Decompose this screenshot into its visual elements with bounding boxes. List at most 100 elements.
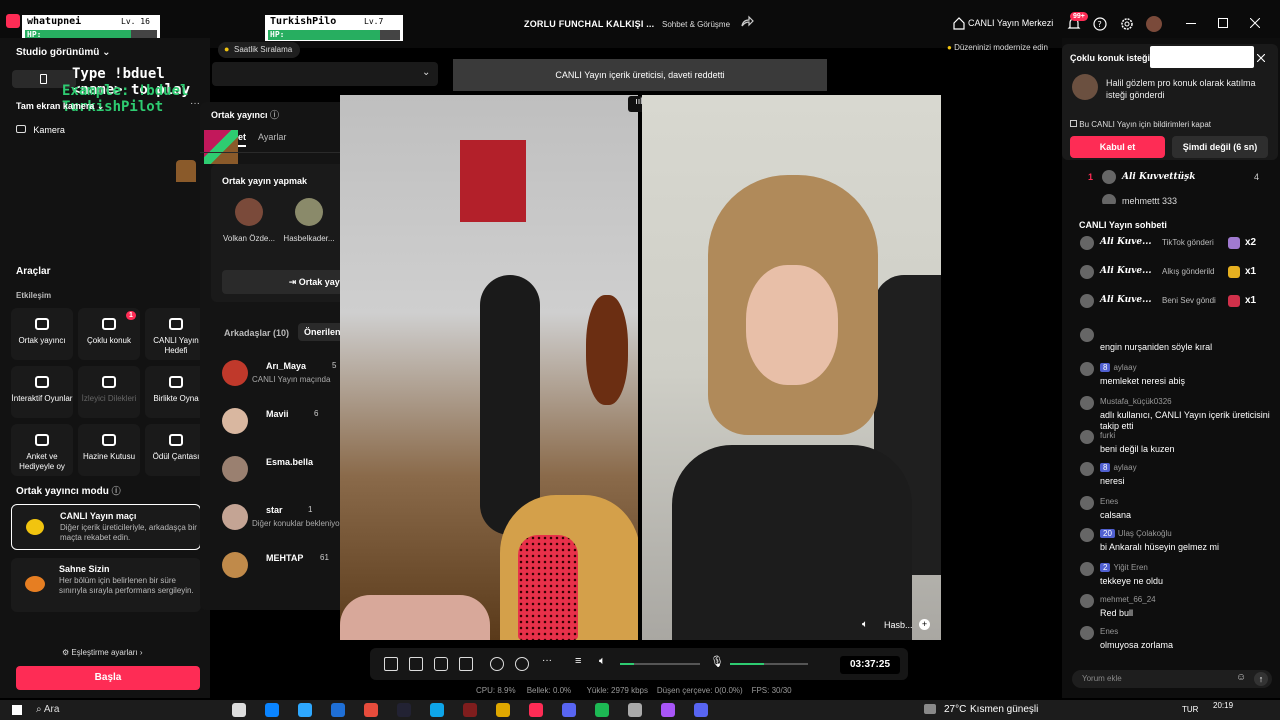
gift-icon bbox=[1228, 237, 1240, 249]
camera-source[interactable]: Kamera bbox=[16, 122, 65, 136]
gear-icon[interactable] bbox=[1119, 16, 1135, 32]
chat-message: engin nurşaniden söyle kıral bbox=[1100, 342, 1213, 352]
tab-cohost[interactable]: et bbox=[238, 132, 247, 147]
taskbar-search[interactable]: ⌕ Ara bbox=[36, 704, 59, 715]
hourly-rank-pill[interactable]: ● Saatlik Sıralama bbox=[218, 42, 300, 58]
cohost-mode-heading: Ortak yayıncı modu ⓘ bbox=[16, 486, 121, 497]
taskbar-app-icon[interactable] bbox=[331, 703, 345, 717]
taskbar-app-icon[interactable] bbox=[232, 703, 246, 717]
info-icon: ⓘ bbox=[270, 110, 280, 120]
taskbar-app-icon[interactable] bbox=[463, 703, 477, 717]
taskbar-app-icon[interactable] bbox=[397, 703, 411, 717]
taskbar-app-icon[interactable] bbox=[430, 703, 444, 717]
home-icon[interactable] bbox=[953, 16, 965, 30]
taskbar-app-icon[interactable] bbox=[661, 703, 675, 717]
maximize-button[interactable] bbox=[1218, 18, 1228, 28]
player2-name: TurkishPilo bbox=[270, 16, 337, 27]
accept-button[interactable]: Kabul et bbox=[1070, 136, 1165, 158]
avatar[interactable] bbox=[1146, 16, 1162, 32]
player2-bar: TurkishPilo Lv.7 HP: bbox=[265, 15, 403, 41]
guest-face bbox=[746, 265, 838, 385]
guest-label: Hasb... bbox=[884, 620, 913, 630]
chat-message: memleket neresi abiş bbox=[1100, 376, 1186, 386]
tool-item[interactable]: Ödül Çantası bbox=[145, 424, 207, 476]
minimize-button[interactable] bbox=[1186, 23, 1196, 24]
more-icon[interactable]: ··· bbox=[542, 655, 556, 669]
clock: 20:19 bbox=[1213, 701, 1234, 710]
taskbar-app-icon[interactable] bbox=[496, 703, 510, 717]
microphone bbox=[518, 535, 578, 640]
match-settings-link[interactable]: ⚙ Eşleştirme ayarları › bbox=[62, 648, 143, 657]
friends-tab[interactable]: Arkadaşlar (10) bbox=[224, 328, 289, 338]
player2-level: Lv.7 bbox=[364, 17, 384, 26]
banner-thumb bbox=[1150, 46, 1254, 68]
taskbar-app-icon[interactable] bbox=[694, 703, 708, 717]
taskbar-app-icon[interactable] bbox=[364, 703, 378, 717]
chat-user: Mustafa_küçük0326 bbox=[1100, 397, 1172, 406]
declined-notice: CANLI Yayın içerik üreticisi, daveti red… bbox=[453, 59, 827, 91]
camera-switch-icon[interactable] bbox=[515, 657, 529, 671]
taskbar-app-icon[interactable] bbox=[529, 703, 543, 717]
taskbar-app-icon[interactable] bbox=[265, 703, 279, 717]
tool-item[interactable]: Hazine Kutusu bbox=[78, 424, 140, 476]
start-button[interactable]: Başla bbox=[16, 666, 200, 690]
effects-icon[interactable] bbox=[384, 657, 398, 671]
weather-icon bbox=[924, 704, 936, 714]
tool-item[interactable]: İzleyici Dilekleri bbox=[78, 366, 140, 418]
taskbar-app-icon[interactable] bbox=[595, 703, 609, 717]
microphone-icon[interactable]: 🎙︎ bbox=[710, 655, 724, 669]
viewer-count: 1 bbox=[308, 505, 313, 514]
tool-item[interactable]: İnteraktif Oyunlar bbox=[11, 366, 73, 418]
language[interactable]: TUR bbox=[1182, 705, 1198, 714]
lightbulb-icon: ● bbox=[947, 43, 952, 52]
modernize-tip[interactable]: ● Düzeninizi modernize edin bbox=[947, 43, 1048, 52]
cohost-slot-avatar[interactable] bbox=[295, 198, 323, 226]
share-icon[interactable] bbox=[740, 15, 754, 29]
tool-item[interactable]: Birlikte Oyna bbox=[145, 366, 207, 418]
tool-icon bbox=[35, 434, 49, 446]
weather-temp: 27°C bbox=[944, 704, 967, 715]
mixer-icon[interactable]: ≡ bbox=[575, 655, 589, 669]
chat-message: adlı kullanıcı, CANLI Yayın içerik üreti… bbox=[1100, 410, 1270, 431]
help-icon[interactable]: ? bbox=[1092, 16, 1108, 32]
comment-input[interactable]: Yorum ekle ☺ ↑ bbox=[1072, 670, 1272, 688]
stream-timer: 03:37:25 bbox=[840, 656, 900, 674]
pixel-character bbox=[176, 160, 196, 182]
tab-settings[interactable]: Ayarlar bbox=[258, 132, 286, 142]
send-icon[interactable]: ↑ bbox=[1254, 672, 1268, 686]
live-center-link[interactable]: CANLI Yayın Merkezi bbox=[968, 18, 1053, 28]
close-icon[interactable] bbox=[1257, 54, 1265, 62]
guest-top bbox=[672, 445, 912, 640]
capture-icon[interactable] bbox=[459, 657, 473, 671]
record-icon[interactable] bbox=[490, 657, 504, 671]
screenshot-icon[interactable] bbox=[434, 657, 448, 671]
tool-item[interactable]: Ortak yayıncı bbox=[11, 308, 73, 360]
emoji-icon[interactable]: ☺ bbox=[1236, 672, 1246, 683]
taskbar-app-icon[interactable] bbox=[562, 703, 576, 717]
avatar bbox=[1080, 430, 1094, 444]
speaker-volume-slider[interactable] bbox=[620, 663, 700, 665]
tool-item[interactable]: Çoklu konuk 1 bbox=[78, 308, 140, 360]
tool-item[interactable]: CANLI Yayın Hedefi bbox=[145, 308, 207, 360]
mode-live-match[interactable]: CANLI Yayın maçı Diğer içerik üreticiler… bbox=[11, 504, 201, 550]
fullscreen-camera-toggle[interactable]: Tam ekran kamera ⌄ bbox=[16, 101, 104, 112]
taskbar-app-icon[interactable] bbox=[298, 703, 312, 717]
volume-icon[interactable]: 🔈︎ bbox=[862, 619, 868, 630]
stream-stats: CPU: 8.9% Bellek: 0.0% Yükle: 2979 kbps … bbox=[476, 686, 792, 695]
studio-view-dropdown[interactable]: Studio görünümü ⌄ bbox=[16, 47, 111, 58]
taskbar-app-icon[interactable] bbox=[628, 703, 642, 717]
more-icon[interactable]: ··· bbox=[190, 98, 200, 109]
mic-volume-slider[interactable] bbox=[730, 663, 808, 665]
tool-item[interactable]: Anket ve Hediyeyle oy bbox=[11, 424, 73, 476]
mute-notify-checkbox[interactable]: Bu CANLI Yayın için bildirimleri kapat bbox=[1070, 120, 1211, 129]
add-guest-icon[interactable]: + bbox=[919, 619, 930, 630]
chevron-down-icon[interactable]: ⌄ bbox=[422, 67, 430, 78]
chat-message: neresi bbox=[1100, 476, 1125, 486]
overlay-icon[interactable] bbox=[409, 657, 423, 671]
mode-stage[interactable]: Sahne Sizin Her bölüm için belirlenen bi… bbox=[11, 558, 201, 612]
speaker-icon[interactable]: 🔈︎ bbox=[599, 655, 613, 669]
windows-start-icon[interactable] bbox=[12, 705, 22, 715]
close-window-icon[interactable] bbox=[1250, 18, 1260, 28]
cohost-slot-avatar[interactable] bbox=[235, 198, 263, 226]
later-button[interactable]: Şimdi değil (6 sn) bbox=[1172, 136, 1268, 158]
